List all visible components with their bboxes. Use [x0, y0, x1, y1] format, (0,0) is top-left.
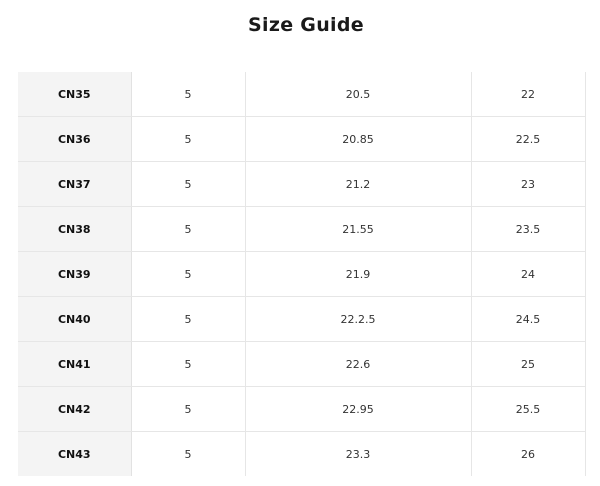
table-row: CN38 5 21.55 23.5: [18, 206, 586, 252]
table-row: CN43 5 23.3 26: [18, 431, 586, 476]
table-cell: 5: [131, 161, 246, 207]
table-row: CN40 5 22.2.5 24.5: [18, 296, 586, 342]
size-label-cell: CN42: [18, 386, 132, 432]
table-cell: 25.5: [471, 386, 586, 432]
table-cell: 23.5: [471, 206, 586, 252]
table-cell: 5: [131, 341, 246, 387]
size-label-cell: CN37: [18, 161, 132, 207]
table-cell: 24: [471, 251, 586, 297]
table-cell: 20.85: [245, 116, 472, 162]
table-cell: 23.3: [245, 431, 472, 476]
size-label-cell: CN40: [18, 296, 132, 342]
table-cell: 26: [471, 431, 586, 476]
table-cell: 22.2.5: [245, 296, 472, 342]
page-title: Size Guide: [248, 14, 364, 36]
table-cell: 5: [131, 72, 246, 117]
size-guide-table: CN35 5 20.5 22 CN36 5 20.85 22.5 CN37 5 …: [18, 72, 586, 476]
size-label-cell: CN41: [18, 341, 132, 387]
size-label-cell: CN36: [18, 116, 132, 162]
table-row: CN35 5 20.5 22: [18, 72, 586, 117]
table-cell: 21.9: [245, 251, 472, 297]
table-cell: 22.95: [245, 386, 472, 432]
table-cell: 5: [131, 116, 246, 162]
table-cell: 22.6: [245, 341, 472, 387]
table-row: CN42 5 22.95 25.5: [18, 386, 586, 432]
table-cell: 21.2: [245, 161, 472, 207]
table-cell: 21.55: [245, 206, 472, 252]
table-cell: 5: [131, 386, 246, 432]
size-label-cell: CN39: [18, 251, 132, 297]
size-label-cell: CN38: [18, 206, 132, 252]
table-row: CN39 5 21.9 24: [18, 251, 586, 297]
table-cell: 22.5: [471, 116, 586, 162]
table-cell: 22: [471, 72, 586, 117]
size-label-cell: CN35: [18, 72, 132, 117]
table-cell: 5: [131, 431, 246, 476]
table-cell: 5: [131, 206, 246, 252]
table-row: CN41 5 22.6 25: [18, 341, 586, 387]
table-cell: 25: [471, 341, 586, 387]
table-cell: 5: [131, 296, 246, 342]
table-cell: 20.5: [245, 72, 472, 117]
table-cell: 23: [471, 161, 586, 207]
table-row: CN37 5 21.2 23: [18, 161, 586, 207]
table-row: CN36 5 20.85 22.5: [18, 116, 586, 162]
table-cell: 24.5: [471, 296, 586, 342]
size-label-cell: CN43: [18, 431, 132, 476]
table-cell: 5: [131, 251, 246, 297]
